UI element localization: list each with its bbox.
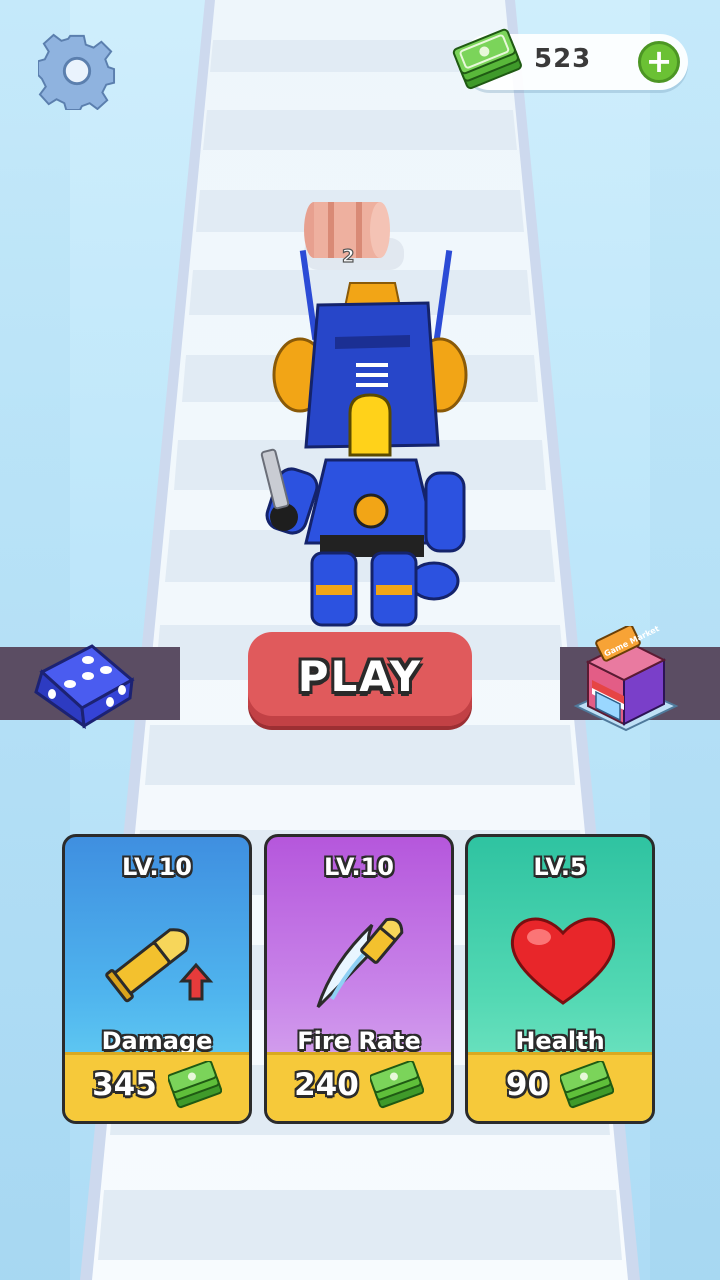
card-title: Fire Rate xyxy=(297,1027,421,1055)
upgrade-card-health[interactable]: LV.5 Health 90 xyxy=(465,834,655,1124)
cash-icon xyxy=(369,1061,424,1109)
card-price-bar: 90 xyxy=(468,1052,652,1121)
cash-icon xyxy=(167,1061,222,1109)
game-market-button[interactable]: Game Market xyxy=(570,624,680,736)
heart-icon xyxy=(510,917,616,1005)
currency-display: 523 + xyxy=(452,28,688,90)
currency-amount: 523 xyxy=(534,44,592,74)
gear-icon xyxy=(37,33,116,111)
card-title: Health xyxy=(515,1027,605,1055)
card-price-bar: 240 xyxy=(267,1052,451,1121)
dice-icon xyxy=(34,644,135,730)
card-level: LV.10 xyxy=(122,853,192,881)
upgrade-card-fire-rate[interactable]: LV.10 Fire Rate 240 xyxy=(264,834,454,1124)
add-currency-button[interactable]: + xyxy=(638,41,680,83)
play-label: PLAY xyxy=(297,652,423,701)
settings-button[interactable] xyxy=(37,32,116,111)
card-level: LV.10 xyxy=(324,853,394,881)
bullet-up-icon xyxy=(105,928,214,1003)
random-skin-dice-button[interactable] xyxy=(30,638,136,730)
card-price-bar: 345 xyxy=(65,1052,249,1121)
card-title: Damage xyxy=(101,1027,213,1055)
card-price: 345 xyxy=(92,1067,157,1103)
cash-stack-icon xyxy=(452,28,522,90)
upgrade-card-damage[interactable]: LV.10 Damage 345 xyxy=(62,834,252,1124)
flying-bullet-icon xyxy=(316,917,404,1009)
card-price: 240 xyxy=(294,1067,359,1103)
card-level: LV.5 xyxy=(533,853,587,881)
card-price: 90 xyxy=(505,1067,550,1103)
shop-icon: Game Market xyxy=(573,624,679,732)
play-button[interactable]: PLAY xyxy=(248,632,472,726)
cash-icon xyxy=(560,1061,615,1109)
hero-character xyxy=(260,250,468,627)
